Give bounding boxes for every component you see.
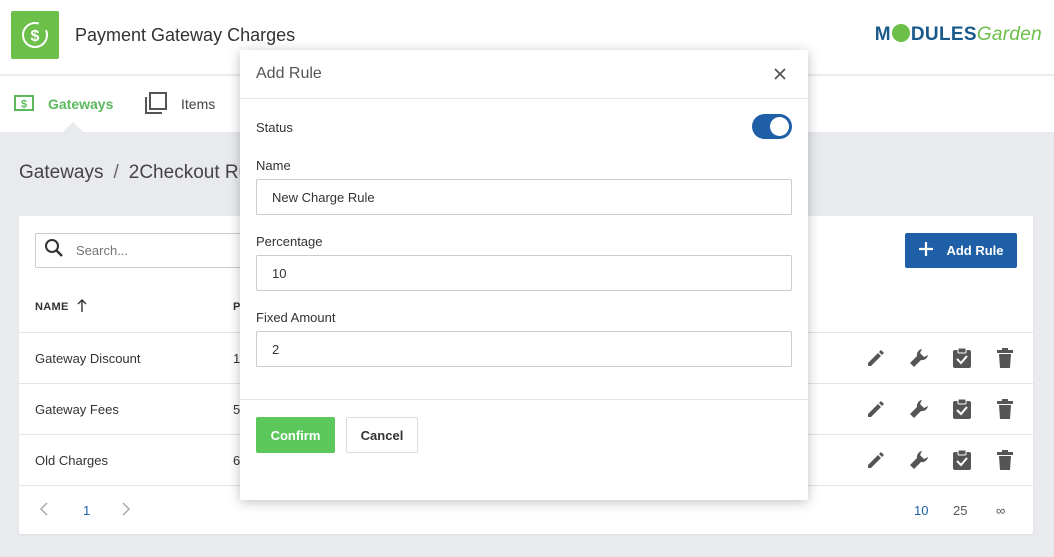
nav-item-label: Gateways xyxy=(48,96,114,112)
cell-name: Gateway Discount xyxy=(35,351,141,366)
sort-asc-icon[interactable] xyxy=(77,299,87,316)
search-box[interactable] xyxy=(35,233,255,268)
close-icon[interactable] xyxy=(772,66,788,82)
search-icon xyxy=(44,238,64,263)
page-number[interactable]: 1 xyxy=(83,503,90,518)
page-size-25[interactable]: 25 xyxy=(953,503,967,518)
fixed-amount-field[interactable] xyxy=(256,331,792,367)
chevron-left-icon[interactable] xyxy=(39,502,51,521)
clipboard-check-icon[interactable] xyxy=(950,346,974,370)
active-tab-caret xyxy=(63,122,83,132)
status-toggle[interactable] xyxy=(752,114,792,139)
cancel-button[interactable]: Cancel xyxy=(346,417,418,453)
nav-item-label: Items xyxy=(181,96,216,112)
add-rule-modal: Add Rule Status Name Percentage Fixed Am… xyxy=(240,50,808,500)
wrench-icon[interactable] xyxy=(907,448,931,472)
status-label: Status xyxy=(256,120,293,135)
brand-mid: DULES xyxy=(910,24,977,45)
percentage-label: Percentage xyxy=(256,234,323,249)
app-logo-icon: $ xyxy=(11,11,59,59)
cell-name: Gateway Fees xyxy=(35,402,119,417)
percentage-field[interactable] xyxy=(256,255,792,291)
modal-title: Add Rule xyxy=(256,65,322,82)
breadcrumb-root[interactable]: Gateways xyxy=(19,162,103,183)
row-actions xyxy=(864,397,1017,421)
modulesgarden-logo[interactable]: M DULESGarden xyxy=(875,24,1042,46)
nav-item-items[interactable]: Items xyxy=(145,76,215,132)
svg-text:$: $ xyxy=(31,28,40,45)
trash-icon[interactable] xyxy=(993,346,1017,370)
breadcrumb-separator: / xyxy=(113,162,119,183)
breadcrumb-current: 2Checkout Rul xyxy=(128,162,254,183)
modal-header: Add Rule xyxy=(240,50,808,99)
add-rule-button[interactable]: Add Rule xyxy=(905,233,1017,268)
dollar-bill-icon: $ xyxy=(14,94,34,114)
row-actions xyxy=(864,346,1017,370)
globe-icon xyxy=(891,24,910,42)
name-label: Name xyxy=(256,158,291,173)
plus-icon xyxy=(918,241,934,260)
row-actions xyxy=(864,448,1017,472)
clipboard-check-icon[interactable] xyxy=(950,448,974,472)
page-size-all[interactable]: ∞ xyxy=(996,503,1005,518)
page-size-10[interactable]: 10 xyxy=(914,503,928,518)
trash-icon[interactable] xyxy=(993,448,1017,472)
toggle-knob xyxy=(770,117,789,136)
chevron-right-icon[interactable] xyxy=(119,502,131,521)
column-header-name[interactable]: NAME xyxy=(35,301,69,313)
app-title: Payment Gateway Charges xyxy=(75,25,296,45)
add-rule-label: Add Rule xyxy=(946,243,1004,258)
clipboard-check-icon[interactable] xyxy=(950,397,974,421)
edit-pencil-icon[interactable] xyxy=(864,448,888,472)
cell-name: Old Charges xyxy=(35,453,108,468)
svg-text:$: $ xyxy=(21,98,27,110)
trash-icon[interactable] xyxy=(993,397,1017,421)
search-input[interactable] xyxy=(76,243,226,258)
stacked-squares-icon xyxy=(145,91,167,117)
brand-suffix: Garden xyxy=(976,24,1042,45)
name-field[interactable] xyxy=(256,179,792,215)
wrench-icon[interactable] xyxy=(907,346,931,370)
edit-pencil-icon[interactable] xyxy=(864,397,888,421)
brand-prefix: M xyxy=(874,24,891,45)
fixed-amount-label: Fixed Amount xyxy=(256,310,336,325)
edit-pencil-icon[interactable] xyxy=(864,346,888,370)
wrench-icon[interactable] xyxy=(907,397,931,421)
confirm-button[interactable]: Confirm xyxy=(256,417,335,453)
modal-footer: Confirm Cancel xyxy=(240,399,808,500)
breadcrumb: Gateways / 2Checkout Rul xyxy=(19,162,253,184)
